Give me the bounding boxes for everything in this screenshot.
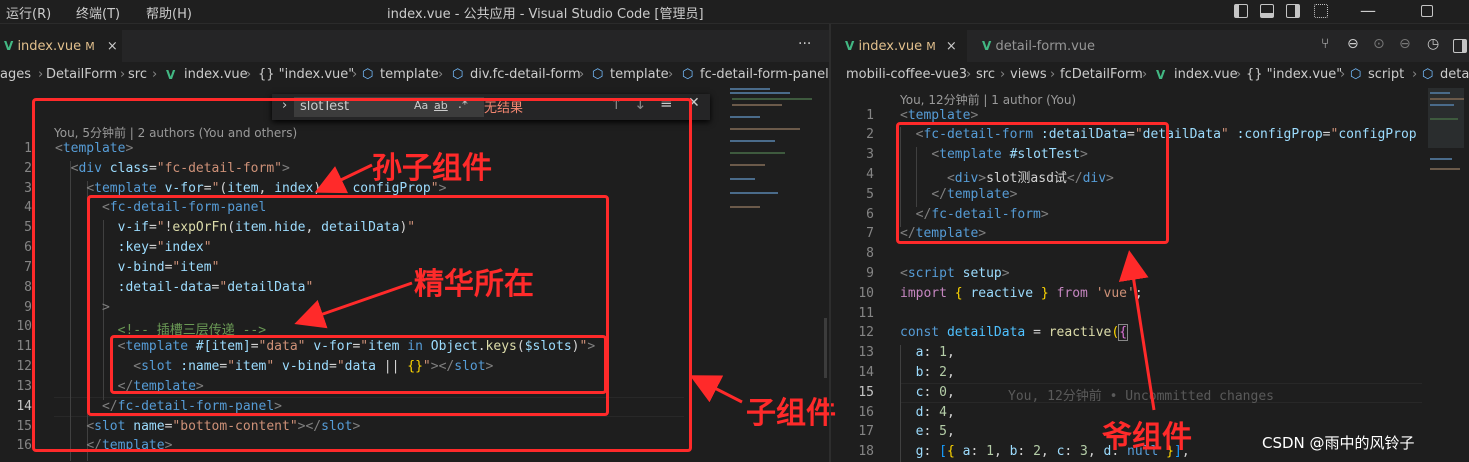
arrow-to-essence [294,281,413,329]
annotation-arrows [294,163,743,404]
watermark: CSDN @雨中的风铃子 [1262,434,1415,452]
vscode-window: 运行(R) 终端(T) 帮助(H) index.vue - 公共应用 - Vis… [0,0,1469,462]
arrow-to-child [689,375,743,404]
arrow-to-grandchild [314,163,373,194]
annotation-arrows [1118,250,1156,411]
arrow-to-grandparent [1118,250,1156,411]
